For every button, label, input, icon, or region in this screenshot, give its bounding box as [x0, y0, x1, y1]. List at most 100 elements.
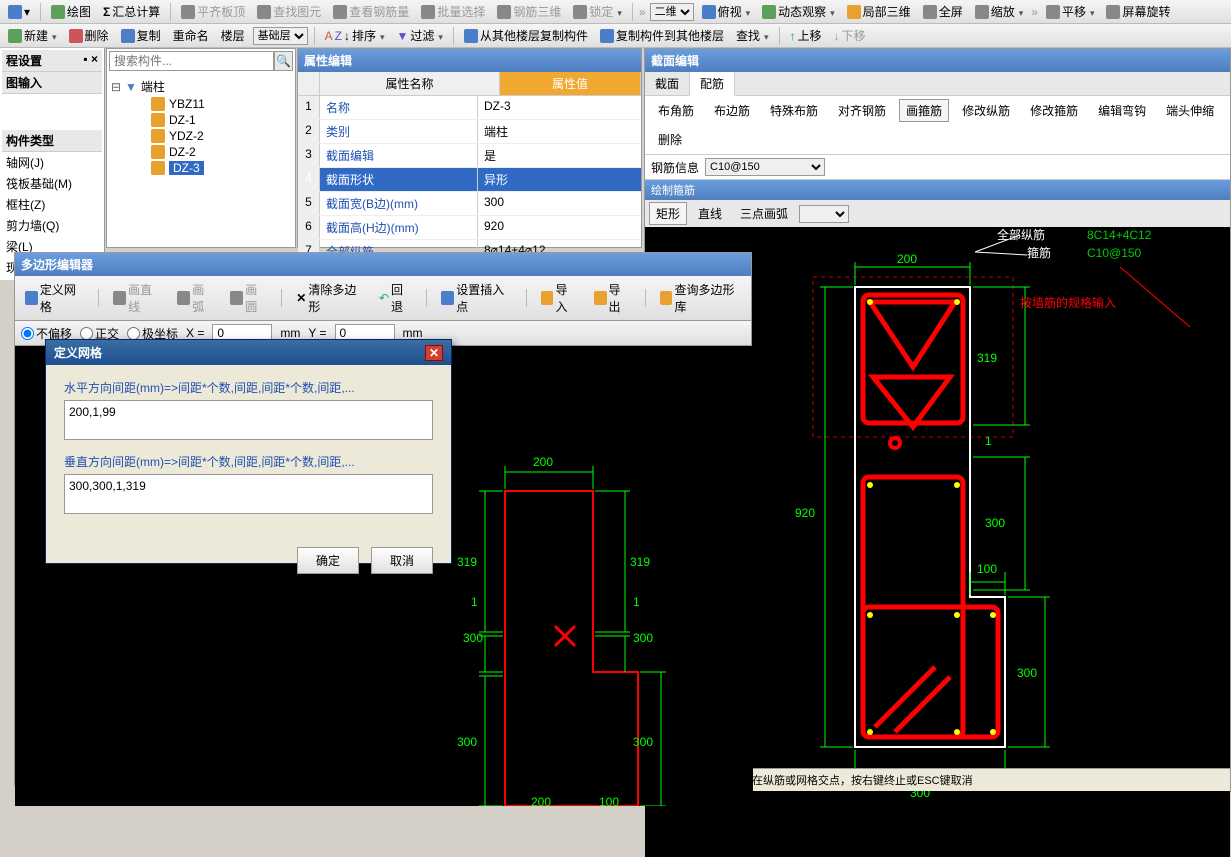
rotate-button[interactable]: 屏幕旋转	[1102, 1, 1174, 22]
prop-row[interactable]: 3截面编辑是	[298, 144, 641, 168]
sort-button[interactable]: AZ↓排序	[321, 25, 389, 46]
flat-button[interactable]: 平齐板顶	[177, 1, 249, 22]
y-label: Y =	[308, 326, 326, 340]
set-insert-button[interactable]: 设置插入点	[437, 279, 515, 317]
h-spacing-input[interactable]	[64, 400, 433, 440]
tree-root[interactable]: ⊟▼端柱	[111, 77, 291, 96]
comp-type-label: 构件类型	[2, 130, 102, 152]
clear-poly-button[interactable]: ✕清除多边形	[292, 279, 367, 317]
local3d-button[interactable]: 局部三维	[843, 1, 915, 22]
close-icon[interactable]: ✕	[425, 345, 443, 361]
proc-setting-tab[interactable]: 程设置▪ ×	[2, 50, 102, 72]
prop-row[interactable]: 5截面宽(B边)(mm)300	[298, 192, 641, 216]
dlg-title-text: 定义网格	[54, 344, 102, 361]
import-button[interactable]: 导入	[537, 279, 582, 317]
svg-text:200: 200	[533, 455, 553, 469]
tree-item[interactable]: DZ-2	[111, 144, 291, 160]
batch-sel-button[interactable]: 批量选择	[417, 1, 489, 22]
rename-button[interactable]: 重命名	[169, 25, 213, 46]
section-toolbar: 布角筋 布边筋 特殊布筋 对齐钢筋 画箍筋 修改纵筋 修改箍筋 编辑弯钩 端头伸…	[645, 96, 1230, 155]
prop-row[interactable]: 2类别端柱	[298, 120, 641, 144]
tree-item[interactable]: YBZ11	[111, 96, 291, 112]
filter-button[interactable]: ▼过滤	[393, 25, 447, 46]
rebar-info-label: 钢筋信息	[651, 159, 699, 176]
find-el-button[interactable]: 查找图元	[253, 1, 325, 22]
draw-input-tab[interactable]: 图输入	[2, 72, 102, 94]
special-rebar-button[interactable]: 特殊布筋	[763, 99, 825, 122]
export-button[interactable]: 导出	[590, 279, 635, 317]
edit-hook-button[interactable]: 编辑弯钩	[1091, 99, 1153, 122]
copy-to-button[interactable]: 复制构件到其他楼层	[596, 25, 728, 46]
arc-select[interactable]	[799, 205, 849, 223]
up-button[interactable]: ↑上移	[786, 25, 826, 46]
view-rebar-button[interactable]: 查看钢筋量	[329, 1, 413, 22]
tree-item-selected[interactable]: DZ-3	[111, 160, 291, 176]
cancel-button[interactable]: 取消	[371, 547, 433, 574]
x-label: X =	[186, 326, 204, 340]
rect-tool[interactable]: 矩形	[649, 202, 687, 225]
line-tool[interactable]: 直线	[691, 202, 729, 225]
property-panel: 属性编辑 属性名称 属性值 1名称DZ-32类别端柱3截面编辑是4截面形状异形5…	[297, 48, 642, 248]
svg-text:200: 200	[897, 252, 917, 266]
sigma-button[interactable]: Σ 汇总计算	[99, 1, 164, 22]
svg-text:319: 319	[457, 555, 477, 569]
end-extend-button[interactable]: 端头伸缩	[1159, 99, 1221, 122]
view-mode-select[interactable]: 二维	[650, 3, 694, 21]
ok-button[interactable]: 确定	[297, 547, 359, 574]
svg-text:按墙筋的规格输入: 按墙筋的规格输入	[1020, 295, 1116, 310]
undo-button[interactable]: ▾	[4, 3, 34, 21]
copy-from-button[interactable]: 从其他楼层复制构件	[460, 25, 592, 46]
query-lib-button[interactable]: 查询多边形库	[656, 279, 745, 317]
mod-stirrup-button[interactable]: 修改箍筋	[1023, 99, 1085, 122]
shearwall-item[interactable]: 剪力墙(Q)	[2, 215, 102, 236]
find-button[interactable]: 查找	[732, 25, 773, 46]
main-toolbar-2: 新建 删除 复制 重命名 楼层 基础层 AZ↓排序 ▼过滤 从其他楼层复制构件 …	[0, 24, 1231, 48]
draw-arc-button[interactable]: 画弧	[173, 279, 218, 317]
tab-rebar[interactable]: 配筋	[690, 72, 735, 96]
zoom-button[interactable]: 缩放	[971, 1, 1028, 22]
fullscreen-button[interactable]: 全屏	[919, 1, 967, 22]
prop-row[interactable]: 1名称DZ-3	[298, 96, 641, 120]
rebar-info-select[interactable]: C10@150	[705, 158, 825, 176]
pan-button[interactable]: 平移	[1042, 1, 1099, 22]
prop-row[interactable]: 6截面高(H边)(mm)920	[298, 216, 641, 240]
arc-tool[interactable]: 三点画弧	[733, 202, 795, 225]
framecol-item[interactable]: 框柱(Z)	[2, 194, 102, 215]
down-button[interactable]: ↓下移	[830, 25, 870, 46]
axis-item[interactable]: 轴网(J)	[2, 152, 102, 173]
define-grid-button[interactable]: 定义网格	[21, 279, 88, 317]
v-spacing-input[interactable]	[64, 474, 433, 514]
draw-line-button[interactable]: 画直线	[109, 279, 165, 317]
svg-text:100: 100	[977, 562, 997, 576]
new-button[interactable]: 新建	[4, 25, 61, 46]
lock-button[interactable]: 锁定	[569, 1, 626, 22]
prop-header-val: 属性值	[500, 72, 641, 95]
mod-vert-button[interactable]: 修改纵筋	[955, 99, 1017, 122]
align-rebar-button[interactable]: 对齐钢筋	[831, 99, 893, 122]
main-toolbar-1: ▾ 绘图 Σ 汇总计算 平齐板顶 查找图元 查看钢筋量 批量选择 钢筋三维 锁定…	[0, 0, 1231, 24]
copy-button[interactable]: 复制	[117, 25, 165, 46]
delete-rebar-button[interactable]: 删除	[651, 128, 689, 151]
search-input[interactable]	[109, 51, 274, 71]
undo-poly-button[interactable]: ↶回退	[375, 279, 416, 317]
tree-item[interactable]: YDZ-2	[111, 128, 291, 144]
search-button[interactable]: 🔍	[274, 51, 293, 71]
draw-button[interactable]: 绘图	[47, 1, 95, 22]
foundation-item[interactable]: 筏板基础(M)	[2, 173, 102, 194]
draw-stirrup-button[interactable]: 画箍筋	[899, 99, 949, 122]
tab-section[interactable]: 截面	[645, 72, 690, 95]
prop-row[interactable]: 4截面形状异形	[298, 168, 641, 192]
dynamic-button[interactable]: 动态观察	[758, 1, 839, 22]
grid-dialog: 定义网格 ✕ 水平方向间距(mm)=>间距*个数,间距,间距*个数,间距,...…	[45, 339, 452, 564]
rebar-3d-button[interactable]: 钢筋三维	[493, 1, 565, 22]
svg-text:1: 1	[471, 595, 478, 609]
draw-circle-button[interactable]: 画圆	[226, 279, 271, 317]
corner-rebar-button[interactable]: 布角筋	[651, 99, 701, 122]
topview-button[interactable]: 俯视	[698, 1, 755, 22]
tree-item[interactable]: DZ-1	[111, 112, 291, 128]
edge-rebar-button[interactable]: 布边筋	[707, 99, 757, 122]
svg-text:200: 200	[531, 795, 551, 806]
delete-button[interactable]: 删除	[65, 25, 113, 46]
mm-label-2: mm	[403, 326, 423, 340]
floor-select[interactable]: 基础层	[253, 27, 308, 45]
